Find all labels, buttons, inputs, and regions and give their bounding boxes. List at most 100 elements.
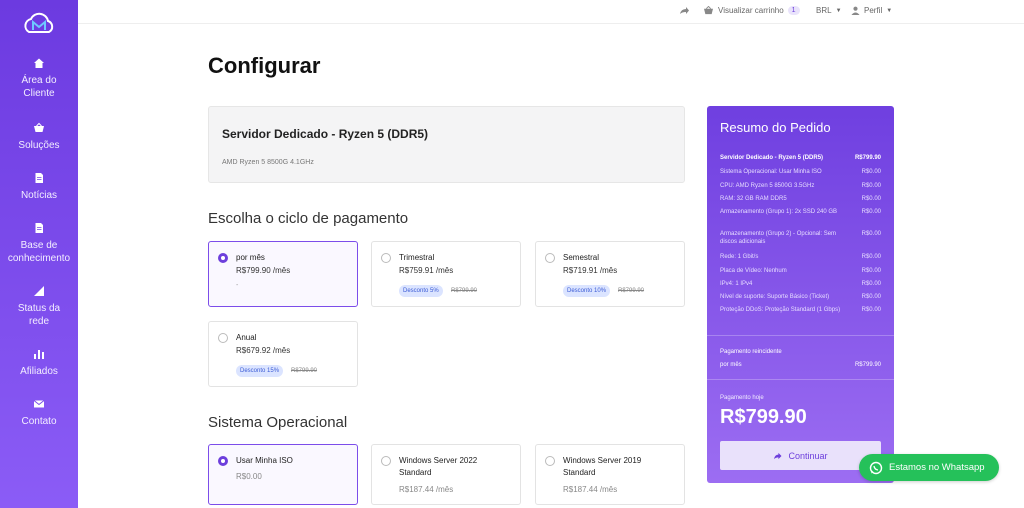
sidebar-item-label: Área do Cliente [21, 75, 57, 99]
os-option-windows-2022[interactable]: Windows Server 2022 Standard R$187.44 /m… [371, 444, 521, 505]
continue-label: Continuar [788, 450, 828, 461]
product-name: Servidor Dedicado - Ryzen 5 (DDR5) [222, 127, 429, 141]
recurring-label: Pagamento reincidente [720, 349, 782, 355]
billing-option-semiannual[interactable]: Semestral R$719.91 /mês Desconto 10% R$7… [535, 241, 685, 307]
summary-row-label: Placa de Vídeo: Nenhum [720, 268, 787, 274]
os-option-price: R$0.00 [236, 472, 262, 481]
os-option-price: R$187.44 /mês [399, 485, 454, 494]
os-option-iso[interactable]: Usar Minha ISO R$0.00 [208, 444, 358, 505]
summary-row-value: R$0.00 [861, 281, 881, 287]
os-option-title: Windows Server 2019 Standard [563, 456, 642, 477]
summary-row-value: R$0.00 [861, 294, 881, 300]
divider [707, 335, 894, 336]
sidebar-item-label: Status da rede [17, 303, 61, 327]
summary-row: IPv4: 1 IPv4 R$0.00 [720, 280, 881, 288]
sidebar-item-afiliados[interactable]: Afiliados [0, 348, 78, 378]
billing-option-monthly[interactable]: por mês R$799.90 /mês - [208, 241, 358, 307]
summary-row: Rede: 1 Gbit/s R$0.00 [720, 253, 881, 261]
user-icon [851, 6, 860, 15]
summary-row: Placa de Vídeo: Nenhum R$0.00 [720, 267, 881, 275]
summary-row: RAM: 32 GB RAM DDR5 R$0.00 [720, 195, 881, 203]
old-price: R$799.90 [451, 288, 478, 294]
sidebar-item-label: Afiliados [20, 366, 58, 377]
summary-row-label: CPU: AMD Ryzen 5 8500G 3.5GHz [720, 183, 815, 189]
sidebar-item-area-do-cliente[interactable]: Área do Cliente [0, 57, 78, 100]
view-cart-link[interactable]: Visualizar carrinho 1 [703, 6, 800, 15]
os-option-windows-2019[interactable]: Windows Server 2019 Standard R$187.44 /m… [535, 444, 685, 505]
summary-title: Resumo do Pedido [720, 120, 831, 135]
summary-row-value: R$799.90 [854, 155, 881, 161]
summary-row: Servidor Dedicado - Ryzen 5 (DDR5) R$799.… [720, 154, 881, 162]
view-cart-label: Visualizar carrinho [718, 6, 784, 15]
sidebar-item-base-de-conhecimento[interactable]: Base de conhecimento [0, 222, 78, 265]
radio[interactable] [381, 456, 391, 466]
whatsapp-button[interactable]: Estamos no Whatsapp [859, 454, 999, 481]
signal-icon [34, 286, 44, 296]
summary-row-label: Sistema Operacional: Usar Minha ISO [720, 169, 822, 175]
billing-option-quarterly[interactable]: Trimestral R$759.91 /mês Desconto 5% R$7… [371, 241, 521, 307]
sidebar-item-contato[interactable]: Contato [0, 398, 78, 428]
chevron-down-icon: ▼ [886, 7, 893, 14]
sidebar-item-noticias[interactable]: Notícias [0, 172, 78, 202]
sidebar-item-label: Soluções [18, 140, 60, 151]
basket-icon [704, 6, 713, 15]
page-title: Configurar [208, 53, 321, 78]
sidebar: Área do Cliente Soluções Notícias Base d… [0, 0, 78, 508]
radio-selected[interactable] [218, 253, 228, 263]
profile-label: Perfil [864, 6, 883, 15]
chevron-down-icon: ▼ [835, 7, 842, 14]
summary-row-value: R$0.00 [861, 231, 881, 237]
billing-cycle-title: Escolha o ciclo de pagamento [208, 210, 409, 227]
recurring-row-value: R$799.90 [854, 362, 881, 368]
radio[interactable] [545, 456, 555, 466]
old-price: R$799.90 [618, 288, 645, 294]
os-section-title: Sistema Operacional [208, 414, 348, 431]
order-summary: Resumo do Pedido Servidor Dedicado - Ryz… [707, 106, 894, 483]
summary-row: CPU: AMD Ryzen 5 8500G 3.5GHz R$0.00 [720, 182, 881, 190]
sidebar-item-label: Contato [21, 416, 57, 427]
top-bar: Visualizar carrinho 1 BRL ▼ Perfil ▼ [78, 0, 1024, 24]
share-icon[interactable] [679, 6, 690, 15]
summary-row-label: Armazenamento (Grupo 1): 2x SSD 240 GB [720, 209, 838, 215]
divider [707, 379, 894, 380]
os-option-title: Usar Minha ISO [236, 456, 293, 465]
billing-option-extra: - [236, 282, 239, 289]
recurring-row: por mês R$799.90 [720, 361, 881, 369]
summary-row-label: Proteção DDoS: Proteção Standard (1 Gbps… [720, 307, 841, 313]
discount-badge: Desconto 10% [563, 285, 611, 297]
radio[interactable] [218, 333, 228, 343]
currency-dropdown[interactable]: BRL ▼ [816, 6, 842, 15]
os-option-title: Windows Server 2022 Standard [399, 456, 478, 477]
continue-button[interactable]: Continuar [720, 441, 881, 470]
billing-option-price: R$719.91 /mês [563, 266, 618, 275]
summary-row-value: R$0.00 [861, 183, 881, 189]
billing-option-title: Trimestral [399, 253, 435, 262]
billing-option-price: R$799.90 /mês [236, 266, 291, 275]
billing-option-title: Semestral [563, 253, 600, 262]
summary-row-label: Servidor Dedicado - Ryzen 5 (DDR5) [720, 155, 824, 161]
cart-count-badge: 1 [787, 6, 800, 15]
product-subtitle: AMD Ryzen 5 8500G 4.1GHz [222, 159, 314, 166]
sidebar-item-label: Notícias [20, 190, 58, 201]
radio[interactable] [545, 253, 555, 263]
today-label: Pagamento hoje [720, 395, 764, 401]
old-price: R$799.90 [291, 368, 318, 374]
billing-option-annual[interactable]: Anual R$679.92 /mês Desconto 15% R$799.9… [208, 321, 358, 387]
billing-option-price: R$679.92 /mês [236, 346, 291, 355]
billing-option-title: Anual [236, 333, 257, 342]
recurring-row-label: por mês [720, 362, 742, 368]
profile-dropdown[interactable]: Perfil ▼ [851, 6, 892, 15]
bar-chart-icon [34, 350, 44, 359]
summary-row-label: Nível de suporte: Suporte Básico (Ticket… [720, 294, 830, 300]
radio-selected[interactable] [218, 456, 228, 466]
sidebar-item-label: Base de conhecimento [7, 240, 71, 264]
sidebar-item-solucoes[interactable]: Soluções [0, 122, 78, 152]
radio[interactable] [381, 253, 391, 263]
cloud-logo-icon[interactable] [20, 8, 58, 40]
sidebar-item-status-da-rede[interactable]: Status da rede [0, 285, 78, 328]
summary-row: Armazenamento (Grupo 2) - Opcional: Sem … [720, 230, 881, 246]
summary-row-label: Rede: 1 Gbit/s [720, 254, 759, 260]
billing-option-price: R$759.91 /mês [399, 266, 454, 275]
summary-row-value: R$0.00 [861, 196, 881, 202]
currency-label: BRL [816, 6, 832, 15]
